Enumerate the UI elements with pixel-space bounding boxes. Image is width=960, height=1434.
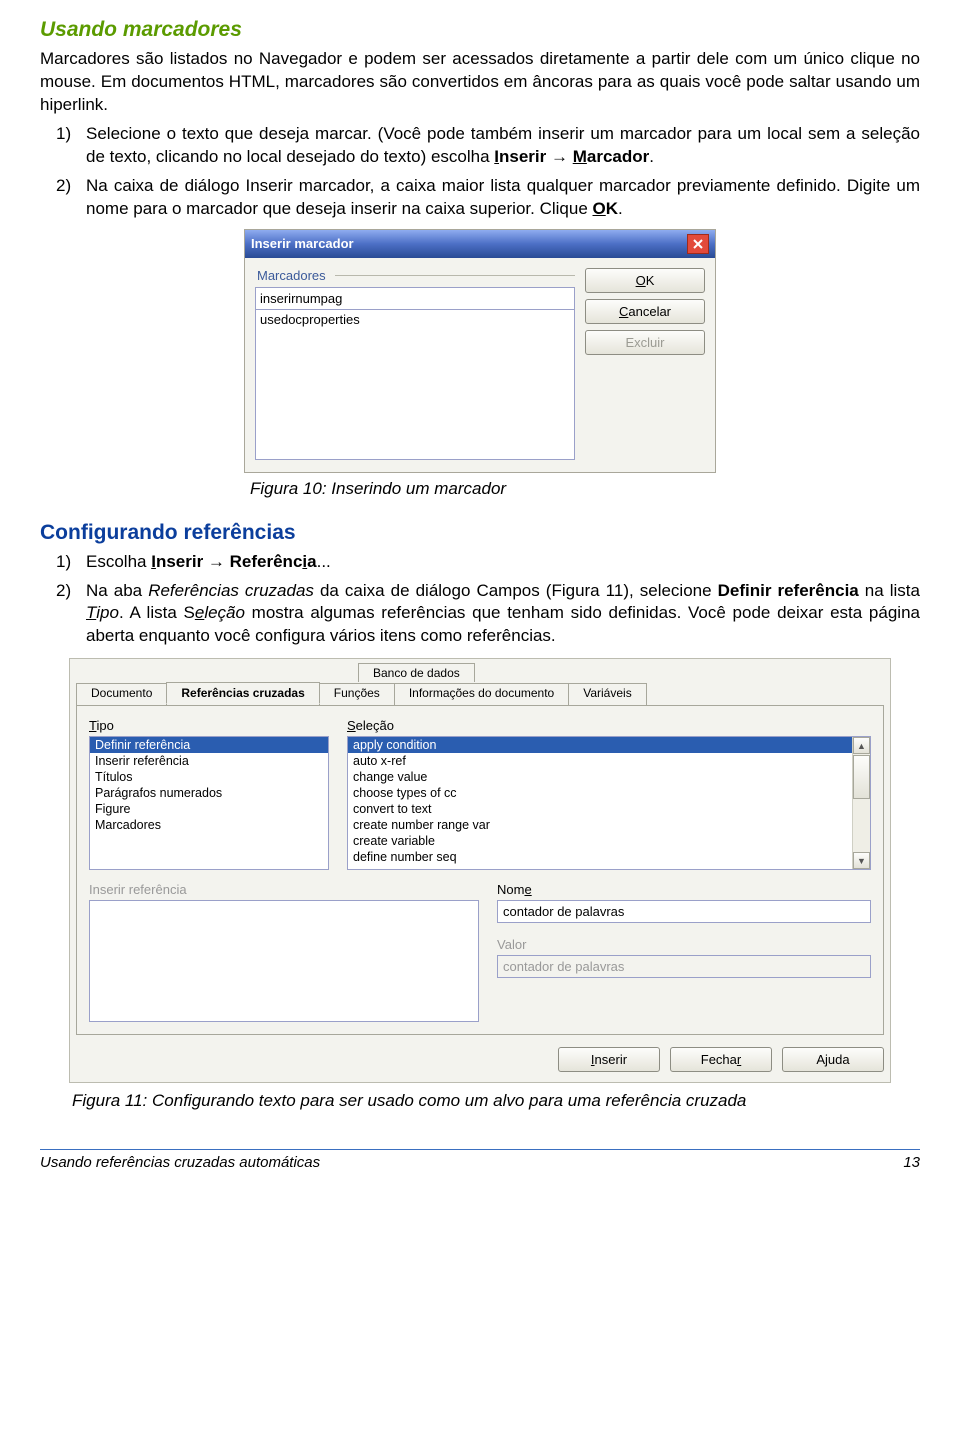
tab-funcoes[interactable]: Funções (319, 683, 395, 705)
list-item[interactable]: define number seq (348, 849, 852, 865)
steps-list-1: 1) Selecione o texto que deseja marcar. … (40, 123, 920, 221)
figure-caption-10: Figura 10: Inserindo um marcador (250, 479, 920, 499)
marcador-list[interactable]: usedocproperties (255, 310, 575, 460)
tab-documento[interactable]: Documento (76, 683, 167, 705)
step-2: 2) Na aba Referências cruzadas da caixa … (40, 580, 920, 649)
figure-caption-11: Figura 11: Configurando texto para ser u… (72, 1091, 920, 1111)
bold-text: K (606, 199, 618, 218)
dialog-title: Inserir marcador (251, 236, 354, 251)
section-heading-configurando: Configurando referências (40, 521, 920, 545)
step-number: 1) (56, 123, 71, 146)
close-icon[interactable] (687, 234, 709, 254)
step-text: Escolha (86, 552, 151, 571)
fechar-button[interactable]: Fechar (670, 1047, 772, 1072)
inserir-referencia-label: Inserir referência (89, 882, 479, 897)
scroll-thumb[interactable] (853, 755, 870, 799)
dialog-titlebar: Inserir marcador (245, 230, 715, 258)
scrollbar[interactable]: ▲ ▼ (852, 737, 870, 869)
dialog-campos: Banco de dados Documento Referências cru… (69, 658, 891, 1083)
mnemonic: O (593, 199, 606, 218)
list-item[interactable]: choose types of cc (348, 785, 852, 801)
footer-left: Usando referências cruzadas automáticas (40, 1154, 320, 1171)
tab-variaveis[interactable]: Variáveis (568, 683, 646, 705)
selecao-listbox[interactable]: apply conditionauto x-refchange valuecho… (347, 736, 871, 870)
list-item[interactable]: apply condition (348, 737, 852, 753)
list-item[interactable]: convert to text (348, 801, 852, 817)
tab-bar: Banco de dados Documento Referências cru… (76, 661, 884, 705)
list-item[interactable]: auto x-ref (348, 753, 852, 769)
step-text: Na caixa de diálogo Inserir marcador, a … (86, 176, 920, 218)
bold-text: nserir → (499, 147, 573, 166)
tab-banco-de-dados[interactable]: Banco de dados (358, 663, 475, 682)
page-footer: Usando referências cruzadas automáticas … (40, 1149, 920, 1171)
tab-referencias-cruzadas[interactable]: Referências cruzadas (166, 682, 319, 704)
tab-informacoes[interactable]: Informações do documento (394, 683, 569, 705)
step-number: 2) (56, 580, 71, 603)
valor-input (497, 955, 871, 978)
bold-text: a (307, 552, 316, 571)
step-number: 1) (56, 551, 71, 574)
list-item[interactable]: Definir referência (90, 737, 328, 753)
tipo-label: TTipoipo (89, 718, 329, 733)
step-2: 2) Na caixa de diálogo Inserir marcador,… (40, 175, 920, 221)
list-item[interactable]: change value (348, 769, 852, 785)
step-text: Na aba (86, 581, 148, 600)
selecao-label: Seleção (347, 718, 871, 733)
marcador-input[interactable] (255, 287, 575, 310)
tipo-listbox[interactable]: Definir referênciaInserir referênciaTítu… (89, 736, 329, 870)
list-item[interactable]: Figure (90, 801, 328, 817)
list-item[interactable]: Inserir referência (90, 753, 328, 769)
bold-text: Definir referência (718, 581, 859, 600)
list-item[interactable]: Parágrafos numerados (90, 785, 328, 801)
inserir-referencia-box (89, 900, 479, 1022)
footer-page-number: 13 (903, 1154, 920, 1171)
step-text: . (618, 199, 623, 218)
steps-list-2: 1) Escolha Inserir → Referência... 2) Na… (40, 551, 920, 649)
step-text: na lista (859, 581, 920, 600)
list-item[interactable]: create variable (348, 833, 852, 849)
intro-paragraph: Marcadores são listados no Navegador e p… (40, 48, 920, 117)
delete-button: Excluir (585, 330, 705, 355)
step-1: 1) Selecione o texto que deseja marcar. … (40, 123, 920, 169)
italic-text: Referências cruzadas (148, 581, 314, 600)
italic-text: ipo (96, 603, 119, 622)
step-text: ... (317, 552, 331, 571)
bold-text: nserir (156, 552, 203, 571)
mnemonic: T (86, 603, 96, 622)
list-item[interactable]: create number range var (348, 817, 852, 833)
inserir-button[interactable]: Inserir (558, 1047, 660, 1072)
step-number: 2) (56, 175, 71, 198)
scroll-down-icon[interactable]: ▼ (853, 852, 870, 869)
step-1: 1) Escolha Inserir → Referência... (40, 551, 920, 574)
step-text: . (649, 147, 654, 166)
scroll-up-icon[interactable]: ▲ (853, 737, 870, 754)
ajuda-button[interactable]: Ajuda (782, 1047, 884, 1072)
step-text: . A lista S (119, 603, 195, 622)
list-item[interactable]: Títulos (90, 769, 328, 785)
list-item[interactable]: usedocproperties (260, 312, 570, 327)
nome-label: Nome (497, 882, 871, 897)
section-heading-usando-marcadores: Usando marcadores (40, 18, 920, 42)
nome-input[interactable] (497, 900, 871, 923)
cancel-button[interactable]: Cancelar (585, 299, 705, 324)
mnemonic: M (573, 147, 587, 166)
dialog-inserir-marcador: Inserir marcador Marcadores usedocproper… (244, 229, 716, 473)
valor-label: Valor (497, 937, 871, 952)
list-item[interactable]: Marcadores (90, 817, 328, 833)
italic-text: leção (204, 603, 245, 622)
step-text: da caixa de diálogo Campos (Figura 11), … (314, 581, 718, 600)
bold-text: arcador (587, 147, 649, 166)
mnemonic: e (195, 603, 204, 622)
bold-text: → (203, 552, 229, 571)
fieldset-label: Marcadores (255, 268, 575, 283)
bold-text: Referênc (230, 552, 303, 571)
ok-button[interactable]: OK (585, 268, 705, 293)
